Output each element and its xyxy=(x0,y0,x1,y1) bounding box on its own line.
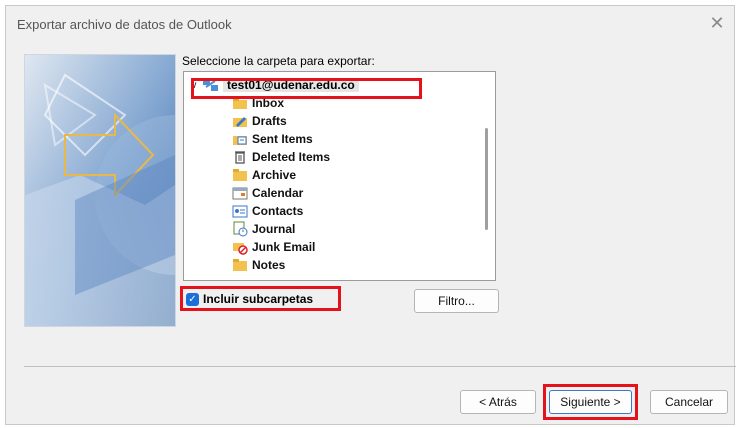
folder-calendar[interactable]: Calendar xyxy=(232,184,303,202)
folder-tree[interactable]: ∨ test01@udenar.edu.co Inbox Drafts Sent… xyxy=(183,71,496,281)
folder-label: Sent Items xyxy=(252,132,313,146)
folder-label: Calendar xyxy=(252,186,304,200)
back-button[interactable]: < Atrás xyxy=(460,390,536,414)
deleted-items-icon xyxy=(235,151,245,164)
archive-folder-icon xyxy=(233,169,247,181)
folder-drafts[interactable]: Drafts xyxy=(232,112,287,130)
calendar-icon xyxy=(232,187,248,200)
folder-archive[interactable]: Archive xyxy=(232,166,296,184)
folder-label: Junk Email xyxy=(252,240,316,254)
title-bar: Exportar archivo de datos de Outlook ✕ xyxy=(6,6,734,42)
folder-label: Deleted Items xyxy=(252,150,331,164)
dialog-title: Exportar archivo de datos de Outlook xyxy=(17,17,232,32)
folder-deleted-items[interactable]: Deleted Items xyxy=(232,148,330,166)
folder-label: Inbox xyxy=(252,96,284,110)
folder-label: Journal xyxy=(252,222,296,236)
account-icon xyxy=(203,79,218,91)
chevron-down-icon[interactable]: ∨ xyxy=(188,80,200,91)
contacts-icon xyxy=(232,205,248,218)
tree-scrollbar[interactable] xyxy=(479,72,495,280)
folder-label: Archive xyxy=(252,168,297,182)
folder-label: Notes xyxy=(252,258,286,272)
journal-icon xyxy=(233,221,248,237)
notes-icon xyxy=(233,259,247,271)
folder-contacts[interactable]: Contacts xyxy=(232,202,303,220)
folder-journal[interactable]: Journal xyxy=(232,220,295,238)
include-subfolders-label: Incluir subcarpetas xyxy=(203,292,314,306)
folder-junk-email[interactable]: Junk Email xyxy=(232,238,315,256)
inbox-icon xyxy=(233,98,247,109)
account-node[interactable]: ∨ test01@udenar.edu.co xyxy=(188,76,359,94)
wizard-illustration xyxy=(24,54,176,327)
folder-inbox[interactable]: Inbox xyxy=(232,94,284,112)
folder-sent-items[interactable]: Sent Items xyxy=(232,130,313,148)
next-button[interactable]: Siguiente > xyxy=(549,390,632,414)
folder-label: Drafts xyxy=(252,114,287,128)
footer-separator xyxy=(24,366,736,367)
scrollbar-thumb[interactable] xyxy=(485,128,488,230)
account-label: test01@udenar.edu.co xyxy=(223,78,359,92)
checkmark-icon[interactable]: ✓ xyxy=(186,292,199,306)
drafts-icon xyxy=(233,117,247,127)
close-icon[interactable]: ✕ xyxy=(706,12,728,34)
filter-button[interactable]: Filtro... xyxy=(414,289,499,313)
folder-label: Contacts xyxy=(252,204,304,218)
include-subfolders-checkbox[interactable]: ✓ Incluir subcarpetas xyxy=(186,290,313,308)
sent-items-icon xyxy=(233,136,247,145)
folder-prompt-label: Seleccione la carpeta para exportar: xyxy=(182,54,375,68)
folder-notes[interactable]: Notes xyxy=(232,256,285,274)
cancel-button[interactable]: Cancelar xyxy=(650,390,728,414)
junk-email-icon xyxy=(233,243,248,255)
